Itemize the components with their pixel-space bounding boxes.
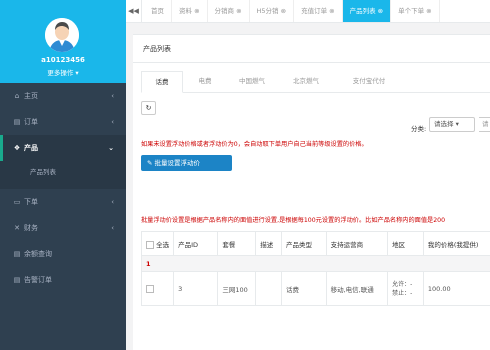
package-cell: 三网100 (217, 271, 257, 306)
column-header[interactable]: 套餐 (217, 231, 257, 256)
region-deny: 禁止：- (392, 289, 413, 297)
tab-product-list[interactable]: 产品列表 ⊗ (342, 0, 392, 22)
tab-recharge-orders[interactable]: 充值订单 ⊗ (294, 0, 343, 22)
column-header: 全选 (156, 240, 170, 249)
main-panel: 产品列表 话费 电费 中国燃气 北京燃气 支付宝代付 ↻ 分类: 请选择 ▾ 请… (133, 34, 490, 350)
cube-icon: ❖ (13, 144, 21, 152)
column-header: 地区 (387, 231, 424, 256)
column-header[interactable]: 产品类型 (281, 231, 327, 256)
row-select-cell (140, 271, 175, 306)
subtab-electricity[interactable]: 电费 (187, 71, 223, 93)
category-select[interactable]: 请选择 ▾ (429, 117, 475, 132)
category-tabs: 话费 电费 中国燃气 北京燃气 支付宝代付 (141, 71, 490, 93)
subtab-phone-bill[interactable]: 话费 (141, 71, 183, 93)
product-id-cell: 3 (173, 271, 219, 306)
table-row: 3 三网100 话费 移动,电信,联通 允许：- 禁止：- 100.00 (140, 271, 490, 306)
home-icon: ⌂ (14, 92, 20, 100)
sidebar-item-place-order[interactable]: ▭ 下单 ‹ (0, 189, 126, 215)
tab-profile[interactable]: 资料 ⊗ (172, 0, 208, 22)
sidebar-item-label: 下单 (24, 198, 38, 206)
sidebar-item-label: 告警订单 (24, 276, 52, 284)
download-icon: ▭ (13, 198, 21, 206)
search-input[interactable]: 请 (479, 117, 490, 132)
table-header-row: 全选 产品ID 套餐 描述 产品类型 支持运营商 地区 我的价格(我提供) (140, 231, 490, 256)
tab-single-order[interactable]: 单个下单 ⊗ (391, 0, 440, 22)
profile-panel: a10123456 更多操作 ▾ (0, 0, 126, 83)
subtab-alipay-proxy[interactable]: 支付宝代付 (337, 71, 401, 93)
subtab-beijing-gas[interactable]: 北京燃气 (281, 71, 331, 93)
sidebar-item-label: 余额查询 (24, 250, 52, 258)
group-label: 1 (141, 255, 490, 272)
column-header[interactable]: 我的价格(我提供) (422, 231, 490, 256)
chevron-left-icon: ‹ (111, 224, 114, 232)
product-table: 全选 产品ID 套餐 描述 产品类型 支持运营商 地区 我的价格(我提供) 1 … (140, 231, 490, 306)
sidebar-subitem-product-list[interactable]: 产品列表 (0, 161, 126, 189)
avatar[interactable] (45, 18, 79, 52)
sidebar-item-products[interactable]: ❖ 产品 ⌄ (0, 135, 126, 161)
sidebar-nav: ⌂ 主页 ‹ ▤ 订单 ‹ ❖ 产品 ⌄ 产品列表 ▭ 下单 ‹ ✕ 财务 ‹ ▤ 余额查询… (0, 83, 126, 293)
row-checkbox[interactable] (146, 284, 154, 293)
float-price-notice: 如果未设置浮动价格或者浮动价为0，会自动取下单用户自己当前等级设置的价格。 (141, 141, 368, 148)
tab-bar: ◀◀ 首页 资料 ⊗ 分销商 ⊗ H5分销 ⊗ 充值订单 ⊗ 产品列表 ⊗ 单个下单 ⊗ (126, 0, 490, 23)
more-ops-dropdown[interactable]: 更多操作 ▾ (0, 67, 126, 77)
sidebar-item-label: 订单 (24, 118, 38, 126)
tab-home[interactable]: 首页 (144, 0, 172, 22)
my-price-cell[interactable]: 100.00 (422, 271, 490, 306)
alert-icon: ▤ (13, 276, 21, 284)
product-type-cell: 话费 (281, 271, 327, 306)
sidebar: a10123456 更多操作 ▾ ⌂ 主页 ‹ ▤ 订单 ‹ ❖ 产品 ⌄ 产品列表 … (0, 0, 126, 350)
username: a10123456 (41, 56, 85, 64)
region-allow: 允许：- (392, 280, 413, 288)
finance-icon: ✕ (14, 224, 20, 232)
subtab-china-gas[interactable]: 中国燃气 (227, 71, 277, 93)
column-header: 描述 (255, 231, 283, 256)
tab-distributor[interactable]: 分销商 ⊗ (208, 0, 250, 22)
chevron-down-icon: ⌄ (108, 144, 114, 152)
sidebar-item-label: 财务 (24, 224, 38, 232)
scroll-tabs-left-button[interactable]: ◀◀ (126, 0, 142, 22)
balance-icon: ▤ (13, 250, 21, 258)
sidebar-item-label: 主页 (24, 92, 38, 100)
batch-float-price-notice: 批量浮动价设置是根据产品名称内的面值进行设置,是根据每100元设置的浮动价。比如… (141, 217, 446, 224)
order-icon: ▤ (13, 118, 21, 126)
sidebar-item-balance[interactable]: ▤ 余额查询 (0, 241, 126, 267)
region-cell: 允许：- 禁止：- (387, 271, 424, 306)
tab-strip: 首页 资料 ⊗ 分销商 ⊗ H5分销 ⊗ 充值订单 ⊗ 产品列表 ⊗ 单个下单 ⊗ (144, 0, 440, 22)
chevron-left-icon: ‹ (111, 198, 114, 206)
tab-h5-distribution[interactable]: H5分销 ⊗ (250, 0, 295, 22)
avatar-image (45, 18, 79, 52)
column-header: 支持运营商 (325, 231, 389, 256)
carriers-cell: 移动,电信,联通 (325, 271, 389, 306)
refresh-button[interactable]: ↻ (141, 101, 156, 115)
table-group-row: 1 (141, 255, 490, 272)
sidebar-item-home[interactable]: ⌂ 主页 ‹ (0, 83, 126, 109)
column-header[interactable]: 产品ID (173, 231, 219, 256)
sidebar-item-alert-orders[interactable]: ▤ 告警订单 (0, 267, 126, 293)
sidebar-item-label: 产品 (24, 144, 38, 152)
batch-float-price-button[interactable]: ✎ 批量设置浮动价 (141, 155, 232, 171)
select-all-checkbox[interactable] (146, 240, 154, 249)
chevron-left-icon: ‹ (111, 92, 114, 100)
sidebar-item-orders[interactable]: ▤ 订单 ‹ (0, 109, 126, 135)
chevron-left-icon: ‹ (111, 118, 114, 126)
description-cell (255, 271, 283, 306)
sidebar-item-finance[interactable]: ✕ 财务 ‹ (0, 215, 126, 241)
category-filter-label: 分类: (411, 125, 427, 133)
select-all-header[interactable]: 全选 (140, 231, 175, 256)
page-title: 产品列表 (133, 35, 490, 63)
